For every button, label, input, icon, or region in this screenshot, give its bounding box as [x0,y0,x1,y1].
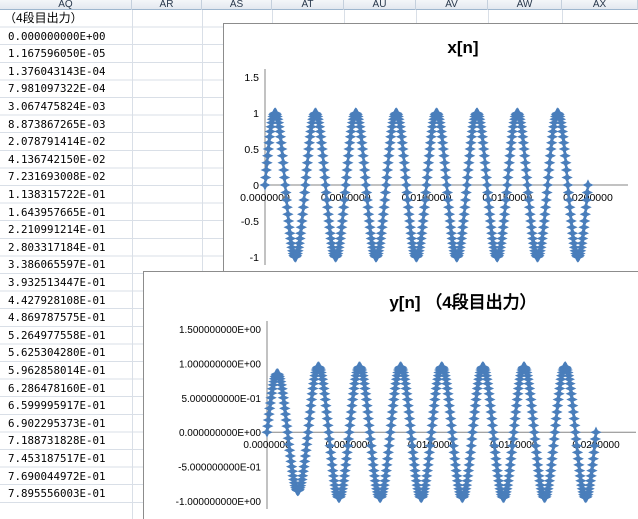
chart-y-n[interactable]: y[n] （4段目出力） -1.000000000E+00 -5.00000000… [143,271,638,519]
cell-aq-value[interactable]: 1.376043143E-04 [0,63,132,81]
series-markers [261,361,602,504]
y-tick-label: 0.5 [244,144,259,156]
y-tick-label: -5.000000000E-01 [178,463,261,474]
cell-aq-value[interactable]: 6.286478160E-01 [0,380,132,398]
cell-aq-value[interactable]: 7.188731828E-01 [0,432,132,450]
cell-aq-value[interactable]: 7.981097322E-04 [0,80,132,98]
column-header-av[interactable]: AV [416,0,488,10]
cell-aq-value[interactable]: 6.902295373E-01 [0,415,132,433]
column-header-at[interactable]: AT [272,0,344,10]
chart-plot-y: -1.000000000E+00 -5.000000000E-01 0.000000… [176,321,636,509]
x-tick-label: 0.0000000 [240,192,290,204]
data-point [590,426,602,438]
y-tick-label: 0 [253,180,259,192]
cell-aq-value[interactable]: 6.599995917E-01 [0,397,132,415]
cell-aq-value[interactable]: 2.210991214E-01 [0,221,132,239]
y-tick-label: -1 [250,252,259,264]
chart-x-n[interactable]: x[n] -1-0.500.511.50.00000000.00500000.0… [223,23,638,273]
cell-aq-value[interactable]: 1.643957665E-01 [0,204,132,222]
cell-aq-value[interactable]: 4.427928108E-01 [0,292,132,310]
y-tick-label: 1 [253,108,259,120]
y-tick-label: 0.000000000E+00 [179,428,261,439]
chart-plot-x: -1-0.500.511.50.00000000.00500000.010000… [240,69,628,265]
cell-aq-value[interactable]: 4.136742150E-02 [0,151,132,169]
y-tick-label: -1.000000000E+00 [176,497,262,508]
cell-aq-value[interactable]: 8.873867265E-03 [0,116,132,134]
column-header-bar: AQ AR AS AT AU AV AW AX [0,0,638,10]
column-header-au[interactable]: AU [344,0,416,10]
cell-aq-header[interactable]: （4段目出力） [0,10,132,28]
data-point [582,179,594,191]
cell-aq-value[interactable]: 7.231693008E-02 [0,168,132,186]
cell-aq-value[interactable]: 7.453187517E-01 [0,450,132,468]
series-markers [259,107,594,263]
column-header-ax[interactable]: AX [562,0,638,10]
cell-aq-value[interactable]: 0.000000000E+00 [0,28,132,46]
cell-aq-value[interactable]: 2.803317184E-01 [0,239,132,257]
column-header-as[interactable]: AS [202,0,272,10]
x-tick-label: 0.0000000 [243,440,291,451]
y-tick-label: -0.5 [241,216,259,228]
cell-aq-value[interactable]: 7.690044972E-01 [0,468,132,486]
cell-aq-value[interactable]: 2.078791414E-02 [0,133,132,151]
y-tick-label: 1.500000000E+00 [179,325,261,336]
cell-aq-value[interactable]: 3.932513447E-01 [0,274,132,292]
y-tick-label: 5.000000000E-01 [181,394,261,405]
column-header-ar[interactable]: AR [132,0,202,10]
cell-aq-value[interactable]: 4.869787575E-01 [0,309,132,327]
cell-aq-value[interactable]: 5.264977558E-01 [0,327,132,345]
column-header-aw[interactable]: AW [488,0,562,10]
column-header-aq[interactable]: AQ [0,0,132,10]
cell-aq-value[interactable]: 3.067475824E-03 [0,98,132,116]
cell-aq-value[interactable]: 1.167596050E-05 [0,45,132,63]
cell-aq-value[interactable]: 7.895556003E-01 [0,485,132,503]
y-tick-label: 1.000000000E+00 [179,359,261,370]
grid-line [132,10,133,519]
cell-aq-value[interactable]: 1.138315722E-01 [0,186,132,204]
cell-aq-value[interactable]: 3.386065597E-01 [0,256,132,274]
cell-aq-value[interactable]: 5.962858014E-01 [0,362,132,380]
cell-aq-value[interactable]: 5.625304280E-01 [0,344,132,362]
y-tick-label: 1.5 [244,72,259,84]
